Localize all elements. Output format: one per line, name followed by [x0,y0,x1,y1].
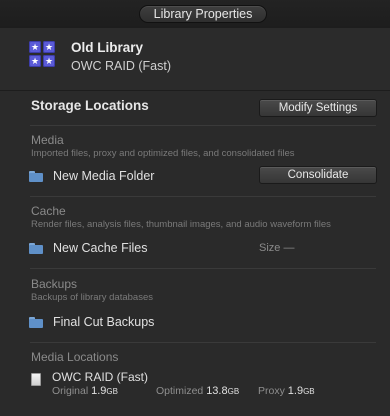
cache-section-description: Render files, analysis files, thumbnail … [31,219,331,230]
backups-section-description: Backups of library databases [31,292,153,303]
media-folder-row: New Media Folder [29,168,154,184]
media-locations-title: Media Locations [31,350,119,364]
cache-size-label: Size — [259,242,295,254]
library-properties-panel: Library Properties ★ ★ ★ ★ Old Library O… [0,0,390,416]
media-folder-label: New Media Folder [53,169,155,183]
storage-locations-title: Storage Locations [31,98,149,113]
storage-content: Storage Locations Modify Settings Media … [0,91,390,416]
media-section-description: Imported files, proxy and optimized file… [31,148,295,159]
backups-section-title: Backups [31,277,78,291]
modify-settings-button[interactable]: Modify Settings [259,99,377,117]
title-bar: Library Properties [0,0,390,28]
original-size: Original 1.9GB [52,385,118,397]
drive-name: OWC RAID (Fast) [52,370,148,384]
optimized-size: Optimized 13.8GB [156,385,240,397]
window-title: Library Properties [139,5,267,23]
star-icon: ★ [29,41,41,53]
backups-folder-label: Final Cut Backups [53,315,155,329]
star-icon: ★ [43,55,55,67]
divider [30,125,376,126]
star-icon: ★ [29,55,41,67]
cache-folder-label: New Cache Files [53,241,148,255]
media-section-title: Media [31,133,64,147]
folder-icon [29,170,43,182]
divider [30,342,376,343]
cache-folder-row: New Cache Files [29,240,147,256]
drive-icon [31,373,41,386]
library-header: ★ ★ ★ ★ Old Library OWC RAID (Fast) [0,28,390,91]
library-name: Old Library [71,40,144,55]
folder-icon [29,316,43,328]
library-volume: OWC RAID (Fast) [71,59,171,73]
proxy-size: Proxy 1.9GB [258,385,315,397]
folder-icon [29,242,43,254]
star-icon: ★ [43,41,55,53]
divider [30,196,376,197]
library-stars-icon: ★ ★ ★ ★ [29,41,55,67]
backups-folder-row: Final Cut Backups [29,314,154,330]
consolidate-button[interactable]: Consolidate [259,166,377,184]
divider [30,268,376,269]
cache-section-title: Cache [31,204,66,218]
